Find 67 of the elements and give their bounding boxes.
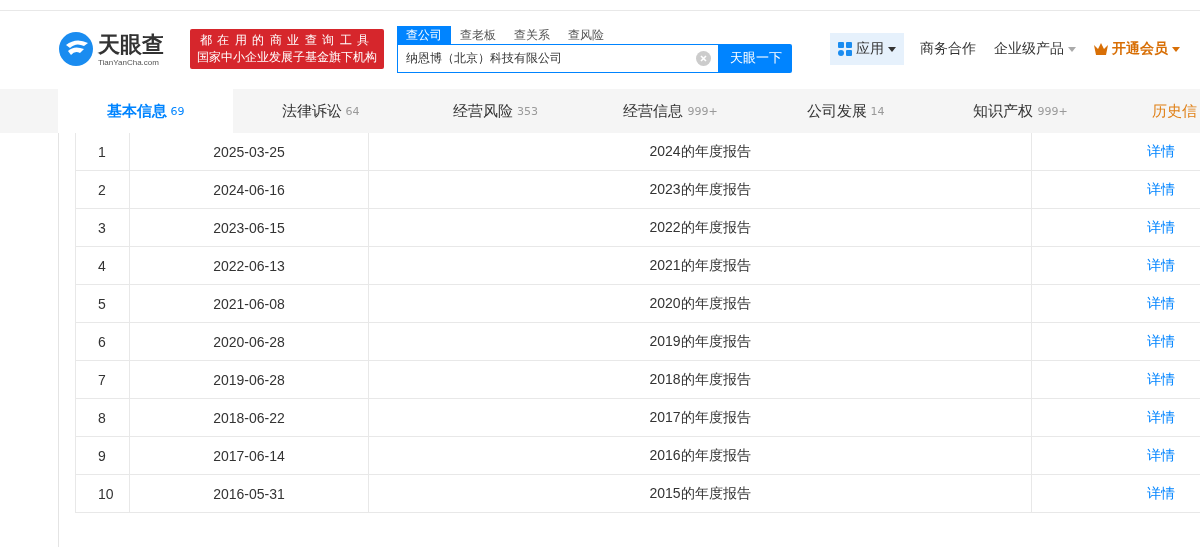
crown-icon bbox=[1094, 43, 1108, 55]
caret-icon bbox=[1068, 46, 1076, 52]
details-link[interactable]: 详情 bbox=[1147, 370, 1175, 389]
table-cell: 10 bbox=[75, 475, 130, 513]
table-cell: 2022-06-13 bbox=[130, 247, 369, 285]
search-tab[interactable]: 查风险 bbox=[559, 25, 613, 44]
table-cell: 6 bbox=[75, 323, 130, 361]
nav-item[interactable]: 企业级产品 bbox=[992, 40, 1078, 58]
search-button[interactable]: 天眼一下 bbox=[719, 43, 792, 73]
table-cell: 2021-06-08 bbox=[130, 285, 369, 323]
logo-domain: TianYanCha.com bbox=[98, 57, 160, 67]
table-cell: 2023-06-15 bbox=[130, 209, 369, 247]
table-cell: 2019的年度报告 bbox=[369, 323, 1032, 361]
caret-icon bbox=[888, 46, 896, 52]
details-link[interactable]: 详情 bbox=[1147, 408, 1175, 427]
table-cell: 2020-06-28 bbox=[130, 323, 369, 361]
section-tab[interactable]: 经营风险 353 bbox=[408, 89, 583, 133]
slogan-banner: 都在用的商业查询工具 国家中小企业发展子基金旗下机构 bbox=[190, 29, 384, 69]
table-cell: 2018-06-22 bbox=[130, 399, 369, 437]
details-link[interactable]: 详情 bbox=[1147, 446, 1175, 465]
search-tab[interactable]: 查公司 bbox=[397, 25, 451, 44]
details-link[interactable]: 详情 bbox=[1147, 256, 1175, 275]
table-cell: 9 bbox=[75, 437, 130, 475]
details-link[interactable]: 详情 bbox=[1147, 332, 1175, 351]
table-cell: 2023的年度报告 bbox=[369, 171, 1032, 209]
details-link[interactable]: 详情 bbox=[1147, 180, 1175, 199]
table-cell: 2018的年度报告 bbox=[369, 361, 1032, 399]
search-field[interactable]: 纳恩博（北京）科技有限公司 bbox=[397, 43, 719, 73]
table-cell: 2019-06-28 bbox=[130, 361, 369, 399]
table-cell: 2025-03-25 bbox=[130, 133, 369, 171]
nav-item[interactable]: 开通会员 bbox=[1092, 40, 1182, 58]
section-tab[interactable]: 基本信息 69 bbox=[58, 89, 233, 133]
section-tab[interactable]: 历史信 bbox=[1108, 89, 1200, 133]
logo-icon bbox=[58, 31, 94, 67]
table-cell: 2016的年度报告 bbox=[369, 437, 1032, 475]
table-cell: 2 bbox=[75, 171, 130, 209]
table-cell: 4 bbox=[75, 247, 130, 285]
table-cell: 2020的年度报告 bbox=[369, 285, 1032, 323]
table-cell: 2022的年度报告 bbox=[369, 209, 1032, 247]
section-tab[interactable]: 经营信息 999+ bbox=[583, 89, 758, 133]
details-link[interactable]: 详情 bbox=[1147, 142, 1175, 161]
table-cell: 2016-05-31 bbox=[130, 475, 369, 513]
logo-name: 天眼查 bbox=[98, 31, 164, 58]
section-tab[interactable]: 法律诉讼 64 bbox=[233, 89, 408, 133]
grid-icon bbox=[838, 42, 852, 56]
table-cell: 7 bbox=[75, 361, 130, 399]
section-tab[interactable]: 公司发展 14 bbox=[758, 89, 933, 133]
details-link[interactable]: 详情 bbox=[1147, 294, 1175, 313]
table-cell: 2021的年度报告 bbox=[369, 247, 1032, 285]
table-cell: 2024的年度报告 bbox=[369, 133, 1032, 171]
table-cell: 2024-06-16 bbox=[130, 171, 369, 209]
details-link[interactable]: 详情 bbox=[1147, 218, 1175, 237]
table-cell: 2015的年度报告 bbox=[369, 475, 1032, 513]
nav-item[interactable]: 应用 bbox=[830, 33, 904, 65]
details-link[interactable]: 详情 bbox=[1147, 484, 1175, 503]
table-cell: 1 bbox=[75, 133, 130, 171]
table-cell: 2017-06-14 bbox=[130, 437, 369, 475]
search-tab[interactable]: 查老板 bbox=[451, 25, 505, 44]
nav-item[interactable]: 商务合作 bbox=[918, 40, 978, 58]
table-cell: 3 bbox=[75, 209, 130, 247]
search-tab[interactable]: 查关系 bbox=[505, 25, 559, 44]
caret-icon bbox=[1172, 46, 1180, 52]
table-cell: 2017的年度报告 bbox=[369, 399, 1032, 437]
table-cell: 8 bbox=[75, 399, 130, 437]
clear-icon[interactable] bbox=[696, 50, 711, 66]
section-tab[interactable]: 知识产权 999+ bbox=[933, 89, 1108, 133]
table-cell: 5 bbox=[75, 285, 130, 323]
